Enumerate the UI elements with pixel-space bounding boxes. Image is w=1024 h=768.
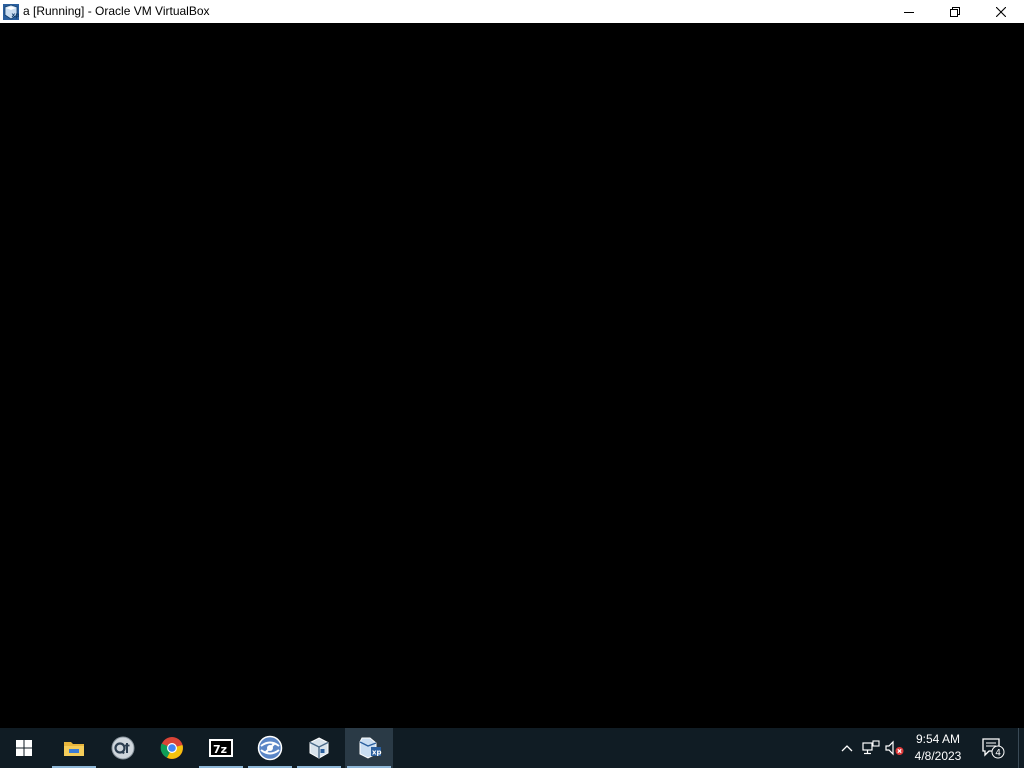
title-bar[interactable]: xp a [Running] - Oracle VM VirtualBox <box>0 0 1024 23</box>
vm-display[interactable] <box>0 23 1024 728</box>
action-center-button[interactable]: 4 <box>976 728 1010 768</box>
virtualbox-vm-icon: xp <box>359 737 382 759</box>
tray-overflow-button[interactable] <box>838 728 856 768</box>
clock-date: 4/8/2023 <box>914 749 962 763</box>
qt-icon <box>111 736 135 760</box>
taskbar-file-explorer[interactable] <box>50 728 98 768</box>
svg-text:7z: 7z <box>213 743 227 756</box>
windows-start-icon <box>16 740 32 756</box>
virtualbox-vm-icon[interactable]: xp <box>3 3 20 20</box>
minimize-button[interactable] <box>886 0 932 23</box>
taskbar-qt-creator[interactable] <box>99 728 147 768</box>
network-icon <box>862 740 880 755</box>
close-icon <box>996 6 1006 17</box>
window-title: a [Running] - Oracle VM VirtualBox <box>23 4 210 18</box>
taskbar-chrome[interactable] <box>148 728 196 768</box>
restore-icon <box>950 6 960 17</box>
virtualbox-window: xp a [Running] - Oracle VM VirtualBox <box>0 0 1024 728</box>
minimize-icon <box>904 11 914 13</box>
taskbar-clock[interactable]: 9:54 AM 4/8/2023 <box>906 728 970 768</box>
file-explorer-icon <box>64 742 84 756</box>
virtualbox-icon <box>309 737 329 759</box>
start-button[interactable] <box>0 728 48 768</box>
taskbar-network-app[interactable] <box>246 728 294 768</box>
action-center-icon: 4 <box>982 738 1005 759</box>
chevron-up-icon <box>841 745 853 752</box>
show-desktop-button[interactable] <box>1018 728 1024 768</box>
tray-volume[interactable] <box>884 728 906 768</box>
tray-network[interactable] <box>860 728 882 768</box>
globe-app-icon <box>257 735 283 761</box>
clock-time: 9:54 AM <box>915 732 961 746</box>
window-controls <box>886 0 1024 23</box>
svg-text:xp: xp <box>372 749 382 757</box>
svg-text:xp: xp <box>12 12 20 19</box>
taskbar-7zip[interactable]: 7z <box>197 728 245 768</box>
chrome-icon <box>160 737 183 759</box>
taskbar-vm-window[interactable]: xp <box>345 728 393 768</box>
volume-muted-icon <box>885 740 904 756</box>
taskbar-virtualbox[interactable] <box>295 728 343 768</box>
notification-count: 4 <box>995 749 1001 759</box>
taskbar: 7z xp 9:54 AM 4/8/2023 4 <box>0 728 1024 768</box>
close-button[interactable] <box>978 0 1024 23</box>
7zip-icon: 7z <box>209 739 233 757</box>
restore-button[interactable] <box>932 0 978 23</box>
